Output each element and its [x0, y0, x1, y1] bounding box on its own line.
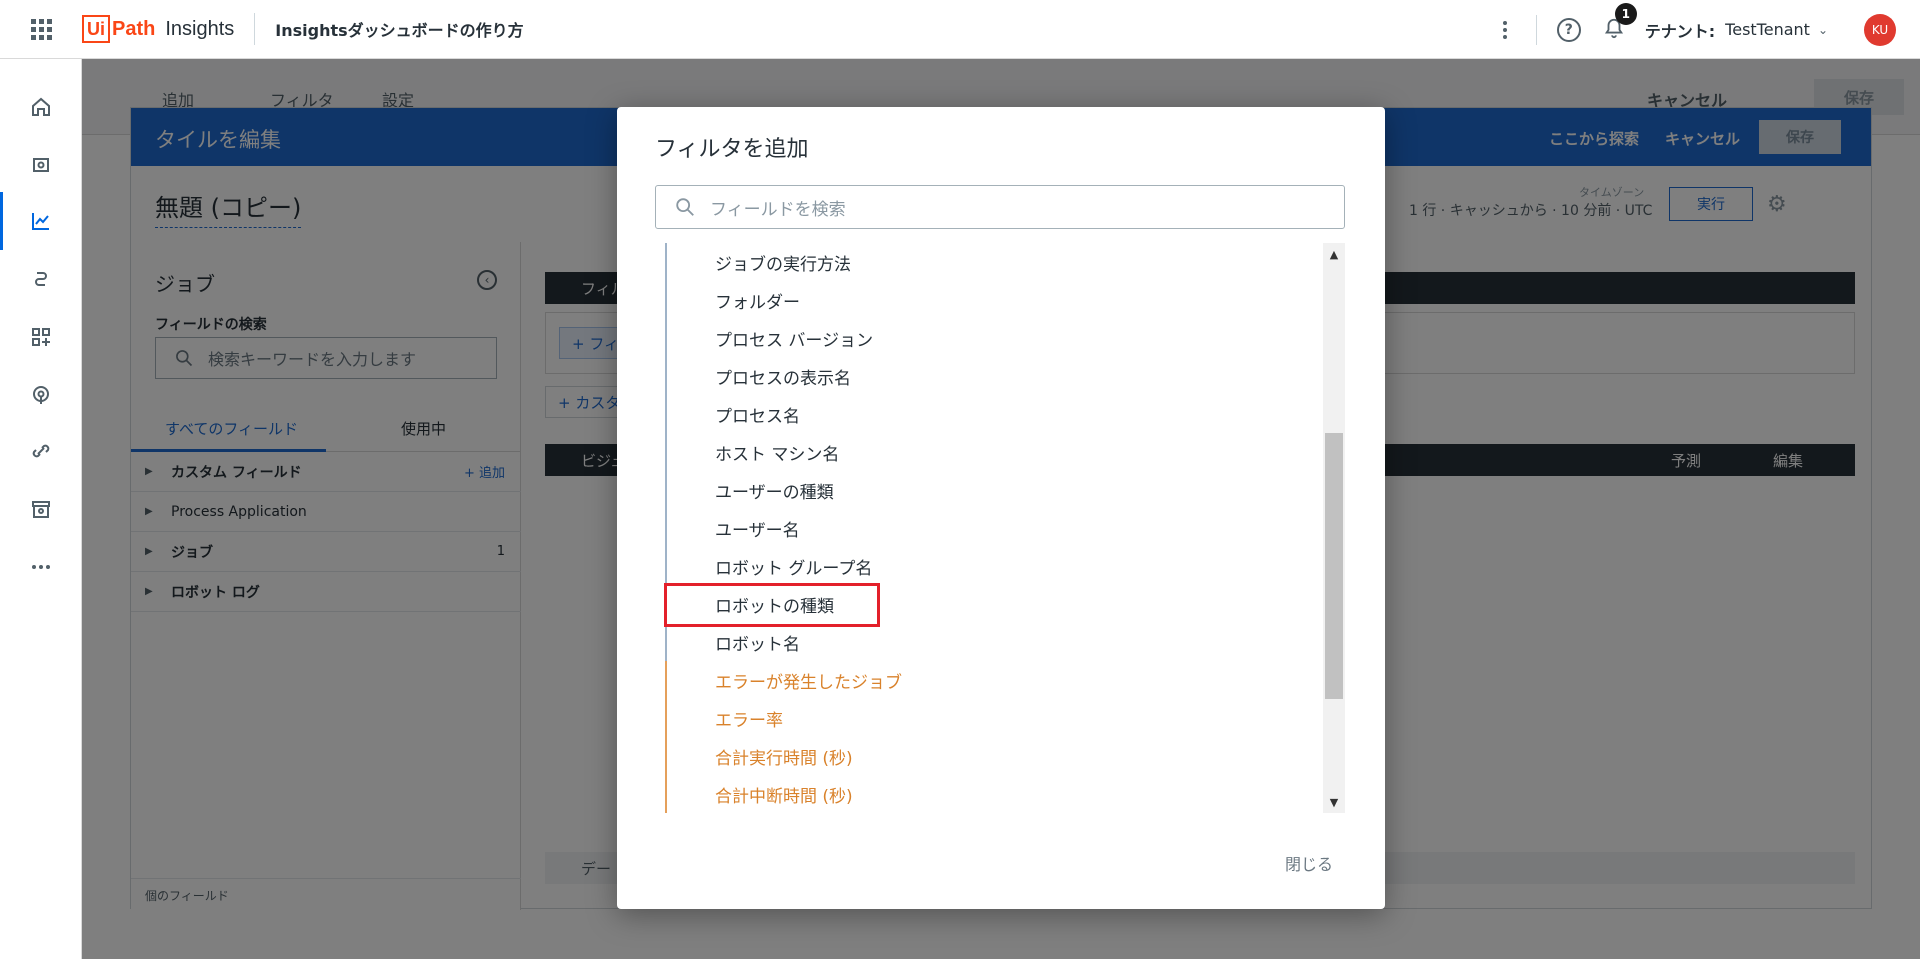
add-filter-dialog: フィルタを追加 フィールドを検索 ジョブの実行方法 フォルダー プロセス バージ…	[617, 107, 1385, 909]
chart-line-icon	[32, 213, 49, 230]
scrollbar-thumb[interactable]	[1325, 433, 1343, 699]
logo-path-text: Path	[112, 17, 156, 40]
nav-insights[interactable]	[0, 192, 82, 250]
field-search-input[interactable]: フィールドを検索	[655, 185, 1345, 229]
top-app-bar: Ui Path Insights Insightsダッシュボードの作り方 ? 1…	[0, 0, 1920, 59]
list-item[interactable]: プロセス名	[665, 395, 1313, 433]
nav-hub[interactable]	[0, 431, 82, 471]
integration-icon	[35, 272, 47, 286]
list-item[interactable]: ジョブの実行方法	[665, 243, 1313, 281]
nav-apps[interactable]	[0, 317, 82, 357]
list-item[interactable]: ユーザー名	[665, 509, 1313, 547]
divider	[1535, 14, 1537, 45]
nav-store[interactable]	[0, 489, 82, 529]
field-list: ジョブの実行方法 フォルダー プロセス バージョン プロセスの表示名 プロセス名…	[665, 243, 1313, 813]
nav-home[interactable]	[0, 87, 82, 127]
link-gear-icon	[32, 444, 50, 458]
highlight-box	[664, 583, 880, 627]
list-item[interactable]: 合計実行時間 (秒)	[665, 737, 1313, 775]
apps-menu-button[interactable]	[0, 0, 82, 59]
list-item[interactable]: ホスト マシン名	[665, 433, 1313, 471]
list-item[interactable]: ロボット名	[665, 623, 1313, 661]
podcast-icon	[33, 386, 49, 404]
list-item[interactable]: エラー率	[665, 699, 1313, 737]
list-item[interactable]: 合計中断時間 (秒)	[665, 775, 1313, 813]
more-vertical-icon[interactable]	[1502, 20, 1508, 39]
notifications-button[interactable]: 1	[1603, 2, 1637, 43]
divider	[254, 13, 256, 45]
nav-integrations[interactable]	[0, 259, 82, 299]
dialog-title: フィルタを追加	[655, 137, 809, 162]
search-icon	[676, 198, 694, 216]
robot-icon	[33, 158, 49, 172]
tenant-selector[interactable]: TestTenant	[1725, 20, 1810, 39]
list-item[interactable]: フォルダー	[665, 281, 1313, 319]
close-button[interactable]: 閉じる	[1285, 851, 1333, 875]
list-item[interactable]: ユーザーの種類	[665, 471, 1313, 509]
store-icon	[32, 501, 50, 518]
chevron-down-icon[interactable]: ⌄	[1818, 23, 1828, 37]
logo-ui-mark: Ui	[82, 15, 110, 43]
help-icon[interactable]: ?	[1556, 17, 1581, 42]
uipath-insights-logo[interactable]: Ui Path Insights	[82, 15, 234, 43]
logo-product-text: Insights	[165, 17, 235, 40]
more-horizontal-icon	[32, 565, 50, 569]
scroll-up-arrow-icon[interactable]: ▲	[1323, 243, 1345, 265]
home-icon	[32, 97, 50, 116]
avatar[interactable]: KU	[1864, 13, 1896, 46]
notification-badge: 1	[1614, 2, 1637, 25]
search-placeholder: フィールドを検索	[710, 199, 846, 220]
nav-automation[interactable]	[0, 145, 82, 185]
list-item[interactable]: プロセスの表示名	[665, 357, 1313, 395]
left-navigation	[0, 59, 82, 959]
list-item[interactable]: ロボット グループ名	[665, 547, 1313, 585]
scroll-down-arrow-icon[interactable]: ▼	[1323, 791, 1345, 813]
list-scrollbar[interactable]: ▲ ▼	[1323, 243, 1345, 813]
apps-grid-icon	[30, 18, 52, 40]
nav-more[interactable]	[0, 547, 82, 587]
list-item[interactable]: プロセス バージョン	[665, 319, 1313, 357]
tenant-label: テナント:	[1644, 21, 1716, 41]
nav-assistant[interactable]	[0, 375, 82, 415]
list-item[interactable]: エラーが発生したジョブ	[665, 661, 1313, 699]
apps-add-icon	[32, 328, 50, 346]
dashboard-title: Insightsダッシュボードの作り方	[275, 21, 524, 40]
